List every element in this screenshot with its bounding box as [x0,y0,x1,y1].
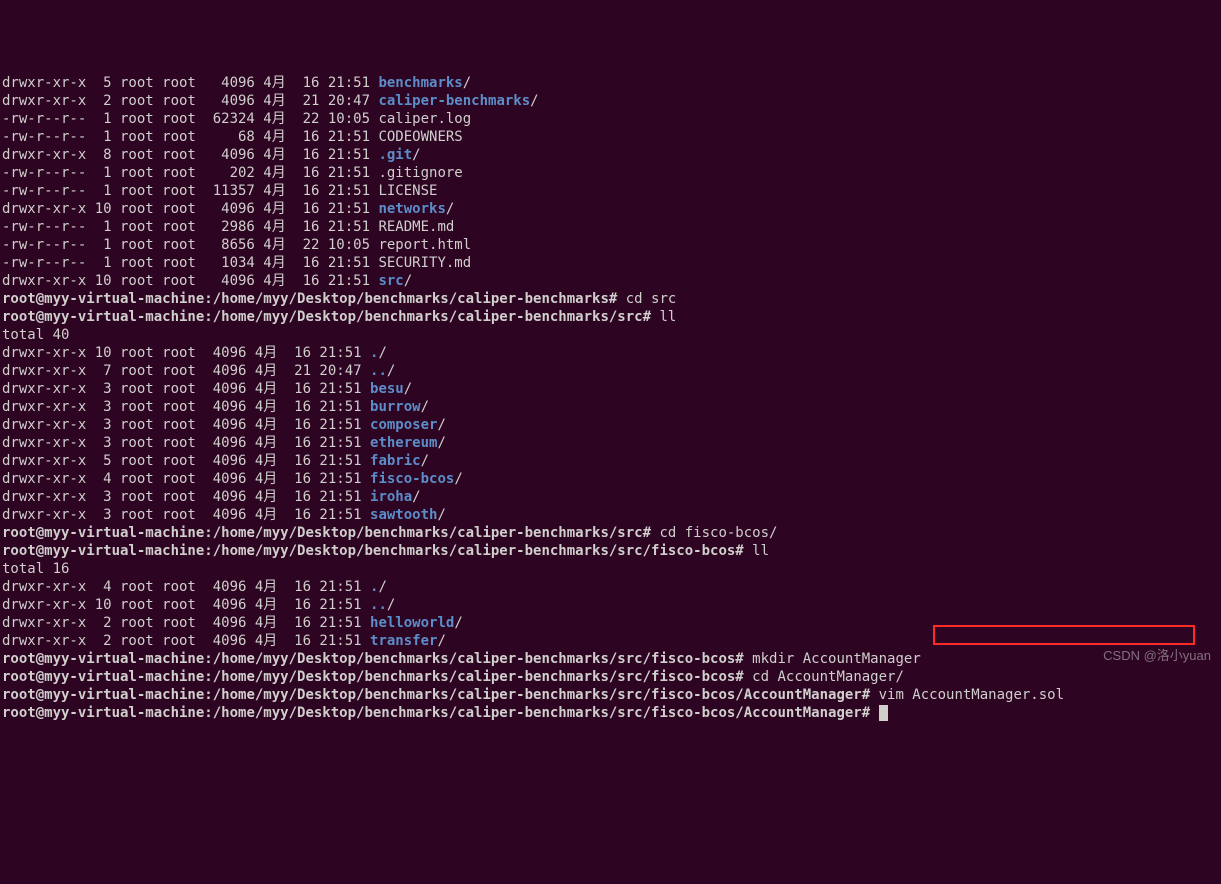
ls-row: -rw-r--r-- 1 root root 1034 4月 16 21:51 … [2,254,1219,272]
command-text: ll [659,309,676,325]
prompt-line[interactable]: root@myy-virtual-machine:/home/myy/Deskt… [2,704,1219,722]
terminal[interactable]: drwxr-xr-x 5 root root 4096 4月 16 21:51 … [2,74,1219,722]
prompt-path: :/home/myy/Desktop/benchmarks/caliper-be… [204,705,878,721]
prompt-line[interactable]: root@myy-virtual-machine:/home/myy/Deskt… [2,650,1219,668]
prompt-user: root@myy-virtual-machine [2,525,204,541]
dir-entry: fisco-bcos [370,471,454,487]
prompt-user: root@myy-virtual-machine [2,669,204,685]
prompt-path: :/home/myy/Desktop/benchmarks/caliper-be… [204,651,752,667]
dir-entry: networks [378,201,445,217]
dir-entry: composer [370,417,437,433]
dir-entry: transfer [370,633,437,649]
dir-entry: besu [370,381,404,397]
ls-row: -rw-r--r-- 1 root root 202 4月 16 21:51 .… [2,164,1219,182]
ls-row: drwxr-xr-x 10 root root 4096 4月 16 21:51… [2,596,1219,614]
ls-row: drwxr-xr-x 3 root root 4096 4月 16 21:51 … [2,506,1219,524]
ls-row: -rw-r--r-- 1 root root 68 4月 16 21:51 CO… [2,128,1219,146]
ls-row: drwxr-xr-x 3 root root 4096 4月 16 21:51 … [2,416,1219,434]
prompt-user: root@myy-virtual-machine [2,309,204,325]
ls-row: drwxr-xr-x 7 root root 4096 4月 21 20:47 … [2,362,1219,380]
cursor [879,705,888,721]
dir-entry: .. [370,363,387,379]
dir-entry: src [378,273,403,289]
ls-row: -rw-r--r-- 1 root root 62324 4月 22 10:05… [2,110,1219,128]
prompt-line[interactable]: root@myy-virtual-machine:/home/myy/Deskt… [2,686,1219,704]
command-text: cd src [626,291,677,307]
dir-entry: caliper-benchmarks [378,93,530,109]
prompt-path: :/home/myy/Desktop/benchmarks/caliper-be… [204,309,659,325]
ls-row: drwxr-xr-x 8 root root 4096 4月 16 21:51 … [2,146,1219,164]
ls-row: drwxr-xr-x 10 root root 4096 4月 16 21:51… [2,344,1219,362]
prompt-path: :/home/myy/Desktop/benchmarks/caliper-be… [204,687,878,703]
total-line: total 16 [2,560,1219,578]
dir-entry: iroha [370,489,412,505]
dir-entry: .git [378,147,412,163]
ls-row: drwxr-xr-x 5 root root 4096 4月 16 21:51 … [2,74,1219,92]
file-entry: caliper.log [378,111,471,127]
file-entry: CODEOWNERS [378,129,462,145]
ls-row: drwxr-xr-x 4 root root 4096 4月 16 21:51 … [2,470,1219,488]
file-entry: README.md [378,219,454,235]
command-text: mkdir AccountManager [752,651,921,667]
prompt-line[interactable]: root@myy-virtual-machine:/home/myy/Deskt… [2,308,1219,326]
ls-row: drwxr-xr-x 3 root root 4096 4月 16 21:51 … [2,488,1219,506]
prompt-line[interactable]: root@myy-virtual-machine:/home/myy/Deskt… [2,524,1219,542]
ls-row: drwxr-xr-x 5 root root 4096 4月 16 21:51 … [2,452,1219,470]
prompt-user: root@myy-virtual-machine [2,291,204,307]
command-text: cd fisco-bcos/ [659,525,777,541]
dir-entry: . [370,579,378,595]
command-text: vim AccountManager.sol [879,687,1064,703]
ls-row: drwxr-xr-x 2 root root 4096 4月 16 21:51 … [2,614,1219,632]
ls-row: drwxr-xr-x 3 root root 4096 4月 16 21:51 … [2,398,1219,416]
ls-row: -rw-r--r-- 1 root root 11357 4月 16 21:51… [2,182,1219,200]
prompt-path: :/home/myy/Desktop/benchmarks/caliper-be… [204,291,625,307]
ls-row: drwxr-xr-x 4 root root 4096 4月 16 21:51 … [2,578,1219,596]
command-text: cd AccountManager/ [752,669,904,685]
dir-entry: burrow [370,399,421,415]
prompt-user: root@myy-virtual-machine [2,543,204,559]
prompt-path: :/home/myy/Desktop/benchmarks/caliper-be… [204,525,659,541]
dir-entry: ethereum [370,435,437,451]
prompt-line[interactable]: root@myy-virtual-machine:/home/myy/Deskt… [2,668,1219,686]
prompt-user: root@myy-virtual-machine [2,687,204,703]
file-entry: LICENSE [378,183,437,199]
dir-entry: benchmarks [378,75,462,91]
dir-entry: fabric [370,453,421,469]
prompt-path: :/home/myy/Desktop/benchmarks/caliper-be… [204,669,752,685]
dir-entry: sawtooth [370,507,437,523]
ls-row: drwxr-xr-x 3 root root 4096 4月 16 21:51 … [2,380,1219,398]
file-entry: report.html [378,237,471,253]
dir-entry: . [370,345,378,361]
command-text: ll [752,543,769,559]
prompt-line[interactable]: root@myy-virtual-machine:/home/myy/Deskt… [2,290,1219,308]
prompt-line[interactable]: root@myy-virtual-machine:/home/myy/Deskt… [2,542,1219,560]
prompt-user: root@myy-virtual-machine [2,651,204,667]
prompt-path: :/home/myy/Desktop/benchmarks/caliper-be… [204,543,752,559]
ls-row: drwxr-xr-x 10 root root 4096 4月 16 21:51… [2,200,1219,218]
file-entry: SECURITY.md [378,255,471,271]
total-line: total 40 [2,326,1219,344]
ls-row: drwxr-xr-x 3 root root 4096 4月 16 21:51 … [2,434,1219,452]
file-entry: .gitignore [378,165,462,181]
ls-row: -rw-r--r-- 1 root root 8656 4月 22 10:05 … [2,236,1219,254]
dir-entry: .. [370,597,387,613]
ls-row: -rw-r--r-- 1 root root 2986 4月 16 21:51 … [2,218,1219,236]
ls-row: drwxr-xr-x 2 root root 4096 4月 16 21:51 … [2,632,1219,650]
dir-entry: helloworld [370,615,454,631]
ls-row: drwxr-xr-x 2 root root 4096 4月 21 20:47 … [2,92,1219,110]
prompt-user: root@myy-virtual-machine [2,705,204,721]
ls-row: drwxr-xr-x 10 root root 4096 4月 16 21:51… [2,272,1219,290]
